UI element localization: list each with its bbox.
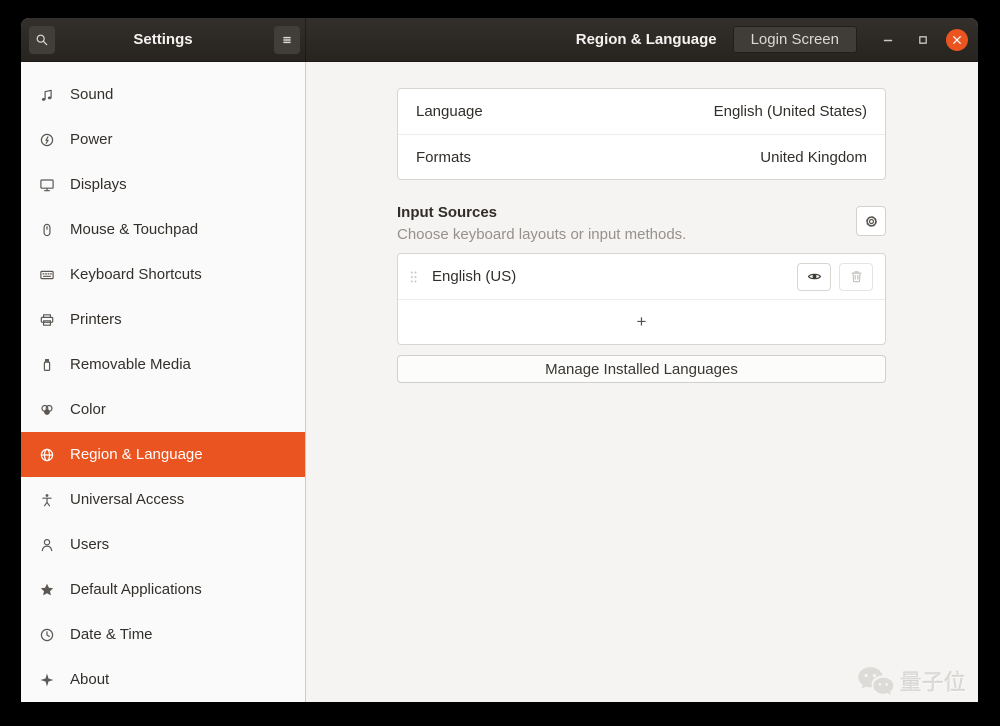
about-icon [39,672,55,688]
settings-window: Settings Region & Language Login Screen [21,18,978,702]
window-controls [876,28,968,52]
sidebar-item-about[interactable]: About [21,657,305,702]
titlebar-main-section: Region & Language Login Screen [306,18,978,61]
app-title: Settings [133,31,192,48]
minimize-icon [880,32,896,48]
input-source-actions [797,263,873,291]
displays-icon [39,177,55,193]
formats-value: United Kingdom [760,149,867,166]
input-sources-texts: Input Sources Choose keyboard layouts or… [397,204,686,243]
menu-button[interactable] [274,26,300,54]
page-title: Region & Language [576,31,717,48]
trash-icon [849,269,864,284]
region-formats-card: Language English (United States) Formats… [397,88,886,180]
sidebar-item-default-applications[interactable]: Default Applications [21,567,305,612]
sidebar-item-power[interactable]: Power [21,117,305,162]
drag-handle-icon[interactable] [409,269,418,285]
eye-icon [807,269,822,284]
sidebar-item-label: Sound [70,86,113,103]
watermark: 量子位 [855,664,966,697]
titlebar-sidebar-section: Settings [21,18,306,61]
input-source-label: English (US) [432,268,516,285]
keyboard-icon [39,267,55,283]
sidebar-item-color[interactable]: Color [21,387,305,432]
sidebar-item-removable-media[interactable]: Removable Media [21,342,305,387]
sidebar-item-displays[interactable]: Displays [21,162,305,207]
formats-label: Formats [416,149,471,166]
globe-icon [39,447,55,463]
sidebar-item-printers[interactable]: Printers [21,297,305,342]
sidebar-item-label: Mouse & Touchpad [70,221,198,238]
titlebar: Settings Region & Language Login Screen [21,18,978,62]
sidebar-item-region-and-language[interactable]: Region & Language [21,432,305,477]
input-sources-card: English (US) + [397,253,886,345]
sidebar-item-date-and-time[interactable]: Date & Time [21,612,305,657]
login-screen-button[interactable]: Login Screen [733,26,857,53]
sidebar-item-label: Removable Media [70,356,191,373]
input-source-row[interactable]: English (US) [398,254,885,299]
sidebar-item-label: Power [70,131,113,148]
sidebar-item-label: Date & Time [70,626,153,643]
close-button[interactable] [946,29,968,51]
input-sources-subtitle: Choose keyboard layouts or input methods… [397,226,686,243]
sidebar-item-label: Region & Language [70,446,203,463]
maximize-icon [915,32,931,48]
sidebar-item-label: Users [70,536,109,553]
sidebar-item-users[interactable]: Users [21,522,305,567]
sidebar: Sound Power Displays Mouse & Touchpad Keyboa… [21,62,306,702]
formats-row[interactable]: Formats United Kingdom [398,134,885,179]
sound-icon [39,87,55,103]
input-sources-list: English (US) [398,254,885,299]
sidebar-item-label: Displays [70,176,127,193]
minimize-button[interactable] [876,28,900,52]
clock-icon [39,627,55,643]
maximize-button[interactable] [911,28,935,52]
sidebar-item-label: Printers [70,311,122,328]
input-sources-header: Input Sources Choose keyboard layouts or… [397,204,886,243]
sidebar-item-label: Default Applications [70,581,202,598]
search-icon [35,33,49,47]
screenshot-stage: Settings Region & Language Login Screen [0,0,1000,726]
mouse-icon [39,222,55,238]
power-icon [39,132,55,148]
input-sources-options-button[interactable] [856,206,886,236]
input-sources-title: Input Sources [397,204,686,221]
add-input-source-button[interactable]: + [398,299,885,344]
preview-layout-button[interactable] [797,263,831,291]
search-button[interactable] [29,26,55,54]
sidebar-item-mouse-and-touchpad[interactable]: Mouse & Touchpad [21,207,305,252]
manage-installed-languages-button[interactable]: Manage Installed Languages [397,355,886,383]
language-value: English (United States) [714,103,867,120]
window-body: Sound Power Displays Mouse & Touchpad Keyboa… [21,62,978,702]
star-icon [39,582,55,598]
watermark-text: 量子位 [900,665,966,697]
sidebar-item-label: Keyboard Shortcuts [70,266,202,283]
universal-access-icon [39,492,55,508]
menu-icon [280,33,294,47]
main-content: Language English (United States) Formats… [306,62,978,702]
language-label: Language [416,103,483,120]
remove-source-button[interactable] [839,263,873,291]
sidebar-item-sound[interactable]: Sound [21,72,305,117]
removable-media-icon [39,357,55,373]
gear-icon [864,214,879,229]
sidebar-item-label: Color [70,401,106,418]
users-icon [39,537,55,553]
sidebar-item-keyboard-shortcuts[interactable]: Keyboard Shortcuts [21,252,305,297]
wechat-icon [855,664,895,697]
close-icon [951,34,963,46]
sidebar-item-universal-access[interactable]: Universal Access [21,477,305,522]
color-icon [39,402,55,418]
sidebar-item-label: About [70,671,109,688]
printer-icon [39,312,55,328]
sidebar-item-label: Universal Access [70,491,184,508]
language-row[interactable]: Language English (United States) [398,89,885,134]
